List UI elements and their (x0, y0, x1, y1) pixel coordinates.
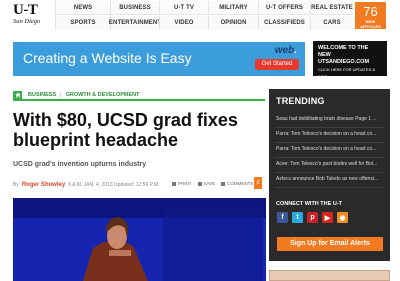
ad-brand: web. (275, 45, 297, 56)
trending-list: Seau had debilitating brain disease Page… (274, 113, 385, 188)
promo-line1: WELCOME TO THE (318, 45, 369, 51)
author-link[interactable]: Roger Showley (22, 182, 65, 188)
ad-headline: Creating a Website Is Easy (23, 50, 192, 66)
youtube-icon[interactable]: ▶ (322, 212, 333, 223)
promo-line3: CLICK HERE FOR UPDATES & INFO (318, 67, 376, 79)
logo-sub: San Diego (13, 18, 41, 25)
email-alerts-signup-button[interactable]: Sign Up for Email Alerts (277, 237, 383, 251)
ad-get-started-button[interactable]: Get Started (255, 59, 299, 70)
main-nav: NEWS BUSINESS U-T TV MILITARY U-T OFFERS… (55, 1, 353, 30)
save-icon (197, 181, 202, 186)
comments-icon (221, 181, 226, 186)
ad-brand-dot: . (294, 45, 297, 56)
article-meta: 6 A.M. JAN. 4, 2013 Updated: 12:56 P.M. (68, 181, 160, 188)
nav-cars[interactable]: CARS (310, 16, 353, 30)
trending-item[interactable]: Parra: Tom Telesco's decision on a head … (274, 143, 385, 158)
ut-logo[interactable]: U-T San Diego (13, 3, 49, 28)
new-articles-badge[interactable]: 76 NEW ARTICLES (355, 2, 386, 29)
nav-sports[interactable]: SPORTS (55, 16, 110, 30)
nav-business[interactable]: BUSINESS (110, 1, 159, 15)
byline-by: By (13, 181, 19, 188)
sidebar-next-module (269, 270, 390, 281)
nav-military[interactable]: MILITARY (208, 1, 258, 15)
facebook-icon[interactable]: f (277, 212, 288, 223)
logo-main: U-T (13, 2, 38, 18)
ad-banner[interactable]: Creating a Website Is Easy web. Get Star… (13, 42, 305, 76)
trending-item[interactable]: Seau had debilitating brain disease Page… (274, 113, 385, 128)
trending-item[interactable]: Acee: Tom Telesco's past bodes well for … (274, 158, 385, 173)
rss-icon[interactable]: ◉ (337, 212, 348, 223)
promo-line2: NEW UTSANDIEGO.COM (318, 52, 370, 65)
new-articles-count: 76 (363, 4, 378, 19)
nav-opinion[interactable]: OPINION (208, 16, 258, 30)
ad-brand-main: web (274, 45, 295, 56)
nav-ut-offers[interactable]: U-T OFFERS (258, 1, 310, 15)
trending-item[interactable]: Aztecs announce Bob Toledo as new offens… (274, 173, 385, 188)
nav-entertainment[interactable]: ENTERTAINMENT (109, 16, 161, 30)
comments-count-badge[interactable]: 0 (254, 177, 262, 189)
nav-news[interactable]: NEWS (55, 1, 110, 15)
print-label: PRINT (178, 181, 192, 186)
print-button[interactable]: PRINT (172, 181, 192, 186)
breadcrumb-business[interactable]: BUSINESS (28, 92, 56, 98)
breadcrumb-separator: | (60, 91, 62, 98)
twitter-icon[interactable]: t (292, 212, 303, 223)
social-icons: f t p ▶ ◉ (277, 212, 348, 223)
trending-title: TRENDING (276, 96, 325, 106)
print-icon (172, 181, 176, 186)
comments-label: COMMENTS (227, 181, 254, 186)
save-button[interactable]: SAVE (197, 181, 216, 186)
new-articles-label: NEW ARTICLES (360, 19, 381, 29)
welcome-promo[interactable]: WELCOME TO THE NEW UTSANDIEGO.COM CLICK … (313, 41, 387, 79)
trending-item[interactable]: Parra: Tom Telesco's decision on a head … (274, 128, 385, 143)
save-label: SAVE (203, 181, 216, 186)
nav-video[interactable]: VIDEO (159, 16, 208, 30)
home-icon[interactable] (13, 90, 22, 99)
nav-real-estate[interactable]: REAL ESTATE (310, 1, 353, 15)
article-photo[interactable] (13, 198, 266, 281)
nav-ut-tv[interactable]: U-T TV (159, 1, 208, 15)
article-tools: PRINT SAVE COMMENTS (172, 181, 253, 186)
photo-illustration (13, 198, 266, 281)
article-title: With $80, UCSD grad fixes blueprint head… (13, 110, 238, 150)
connect-label: CONNECT WITH THE U-T (276, 201, 342, 207)
comments-button[interactable]: COMMENTS (221, 181, 253, 186)
pinterest-icon[interactable]: p (307, 212, 318, 223)
trending-sidebar: TRENDING Seau had debilitating brain dis… (269, 89, 390, 261)
article-subtitle: UCSD grad's invention upturns industry (13, 161, 147, 168)
breadcrumb-growth[interactable]: GROWTH & DEVELOPMENT (66, 92, 140, 98)
nav-classifieds[interactable]: CLASSIFIEDS (258, 16, 310, 30)
breadcrumb: BUSINESS | GROWTH & DEVELOPMENT (13, 90, 265, 101)
